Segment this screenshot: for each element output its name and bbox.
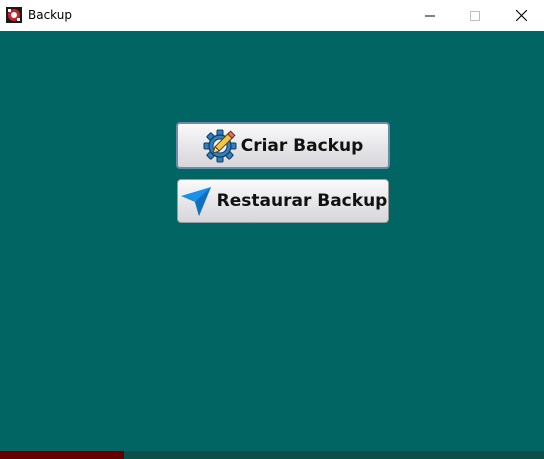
restaurar-backup-label: Restaurar Backup <box>216 191 388 211</box>
criar-backup-button[interactable]: Criar Backup <box>176 122 390 169</box>
minimize-button[interactable] <box>407 0 453 31</box>
app-icon <box>6 7 22 23</box>
minimize-icon <box>425 15 435 16</box>
main-panel <box>0 31 544 459</box>
status-strip-left <box>0 451 124 459</box>
window-title: Backup <box>28 8 72 22</box>
restaurar-backup-button[interactable]: Restaurar Backup <box>177 179 389 223</box>
maximize-button[interactable] <box>452 0 498 31</box>
status-strip-right <box>124 451 544 459</box>
maximize-icon <box>470 10 480 21</box>
blue-arrow-cursor-icon <box>180 187 211 216</box>
close-button[interactable] <box>498 0 544 31</box>
close-icon <box>515 10 527 21</box>
gear-pencil-icon <box>203 129 237 162</box>
title-bar[interactable]: Backup <box>0 0 544 31</box>
backup-window: Backup Criar Backup Restaurar Backup <box>0 0 544 459</box>
criar-backup-label: Criar Backup <box>240 135 364 156</box>
